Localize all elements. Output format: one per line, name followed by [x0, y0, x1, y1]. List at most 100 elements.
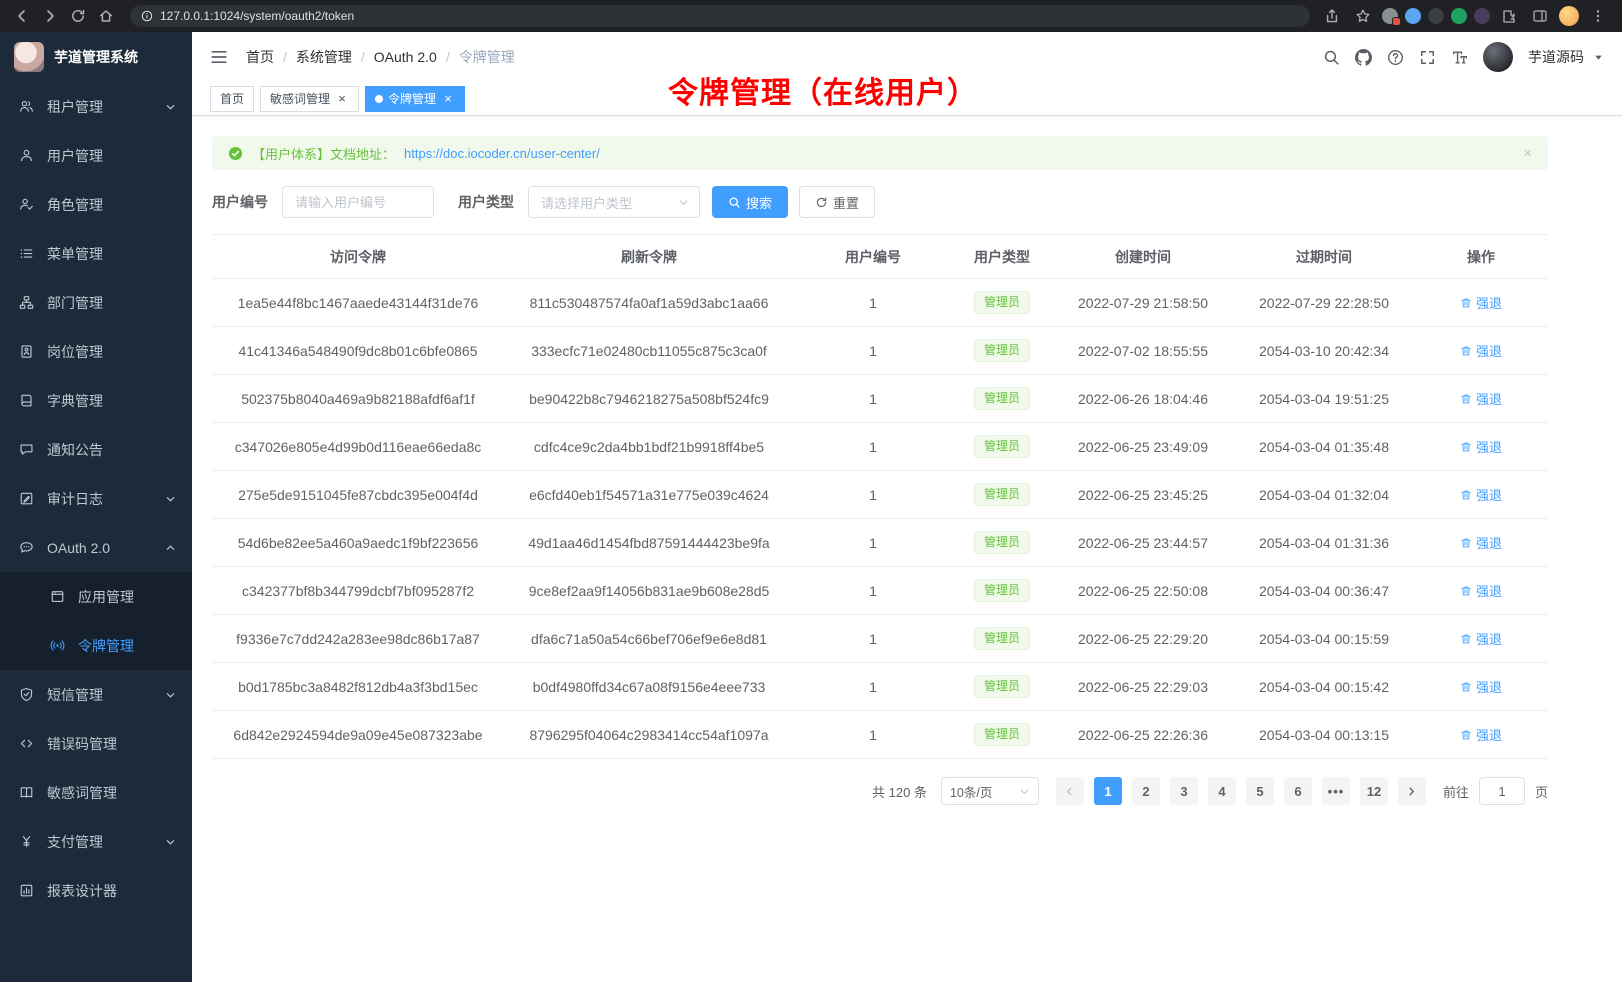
access-token-cell: c342377bf8b344799dcbf7bf095287f2: [212, 567, 504, 615]
search-icon[interactable]: [1323, 49, 1340, 66]
share-icon[interactable]: [1320, 3, 1344, 29]
breadcrumb-item-oauth2[interactable]: OAuth 2.0: [374, 49, 437, 65]
page-button-4[interactable]: 4: [1208, 777, 1236, 805]
extension-icon-2[interactable]: [1405, 8, 1421, 24]
force-logout-button[interactable]: 强退: [1460, 581, 1502, 600]
browser-profile-avatar[interactable]: [1559, 6, 1579, 26]
app-logo[interactable]: 芋道管理系统: [0, 32, 192, 82]
force-logout-button[interactable]: 强退: [1460, 629, 1502, 648]
help-icon[interactable]: [1387, 49, 1404, 66]
browser-menu-icon[interactable]: [1586, 3, 1610, 29]
token-icon: [49, 638, 65, 654]
page-button-2[interactable]: 2: [1132, 777, 1160, 805]
page-button-6[interactable]: 6: [1284, 777, 1312, 805]
active-tab-dot: [375, 95, 383, 103]
chevron-down-icon: [165, 101, 176, 112]
sidebar-item-error-code[interactable]: 错误码管理: [0, 719, 192, 768]
expire-time-cell: 2054-03-04 19:51:25: [1234, 375, 1414, 423]
table-row: f9336e7c7dd242a283ee98dc86b17a87dfa6c71a…: [212, 615, 1548, 663]
page-button-12[interactable]: 12: [1360, 777, 1388, 805]
refresh-token-cell: be90422b8c7946218275a508bf524fc9: [504, 375, 794, 423]
force-logout-button[interactable]: 强退: [1460, 485, 1502, 504]
extension-icon-4[interactable]: [1451, 8, 1467, 24]
user-name[interactable]: 芋道源码: [1528, 47, 1584, 67]
extension-icon-5[interactable]: [1474, 8, 1490, 24]
sidebar-item-label: 通知公告: [47, 440, 103, 460]
close-icon[interactable]: ×: [1523, 145, 1532, 162]
address-bar[interactable]: 127.0.0.1:1024/system/oauth2/token: [130, 5, 1310, 27]
page-button-5[interactable]: 5: [1246, 777, 1274, 805]
github-icon[interactable]: [1355, 49, 1372, 66]
sidebar: 芋道管理系统 租户管理用户管理角色管理菜单管理部门管理岗位管理字典管理通知公告审…: [0, 32, 192, 982]
goto-page-input[interactable]: [1479, 777, 1525, 805]
sidebar-item-sensitive-word[interactable]: 敏感词管理: [0, 768, 192, 817]
user-id-input[interactable]: [282, 186, 434, 218]
sidebar-item-label: 令牌管理: [78, 636, 134, 656]
table-row: 275e5de9151045fe87cbdc395e004f4de6cfd40e…: [212, 471, 1548, 519]
prev-page-button[interactable]: [1056, 777, 1084, 805]
close-icon[interactable]: ×: [335, 92, 349, 106]
force-logout-button[interactable]: 强退: [1460, 389, 1502, 408]
sidebar-item-label: 审计日志: [47, 489, 103, 509]
force-logout-button[interactable]: 强退: [1460, 341, 1502, 360]
tab-token[interactable]: 令牌管理 ×: [365, 86, 465, 112]
tab-label: 令牌管理: [388, 90, 436, 107]
expire-time-cell: 2054-03-04 01:35:48: [1234, 423, 1414, 471]
bookmark-star-icon[interactable]: [1351, 3, 1375, 29]
browser-reload-icon[interactable]: [64, 3, 92, 29]
sidebar-item-user[interactable]: 用户管理: [0, 131, 192, 180]
expire-time-cell: 2054-03-04 00:15:42: [1234, 663, 1414, 711]
sidebar-menu: 租户管理用户管理角色管理菜单管理部门管理岗位管理字典管理通知公告审计日志 OAut…: [0, 82, 192, 915]
sidebar-item-oauth2[interactable]: OAuth 2.0: [0, 523, 192, 572]
page-size-select[interactable]: 10条/页: [941, 777, 1039, 805]
force-logout-button[interactable]: 强退: [1460, 677, 1502, 696]
sidebar-item-label: 部门管理: [47, 293, 103, 313]
fullscreen-icon[interactable]: [1419, 49, 1436, 66]
page-button-1[interactable]: 1: [1094, 777, 1122, 805]
user-avatar[interactable]: [1483, 42, 1513, 72]
sidebar-item-dict[interactable]: 字典管理: [0, 376, 192, 425]
extension-icon-3[interactable]: [1428, 8, 1444, 24]
sidebar-item-dept[interactable]: 部门管理: [0, 278, 192, 327]
more-pages-button[interactable]: •••: [1322, 777, 1350, 805]
force-logout-button[interactable]: 强退: [1460, 533, 1502, 552]
user-type-badge: 管理员: [974, 387, 1030, 410]
breadcrumb-item-system[interactable]: 系统管理: [296, 47, 352, 67]
close-icon[interactable]: ×: [441, 92, 455, 106]
caret-down-icon[interactable]: [1593, 52, 1604, 63]
extensions-puzzle-icon[interactable]: [1497, 3, 1521, 29]
reset-button[interactable]: 重置: [799, 186, 875, 218]
refresh-token-cell: 333ecfc71e02480cb11055c875c3ca0f: [504, 327, 794, 375]
sidebar-item-post[interactable]: 岗位管理: [0, 327, 192, 376]
sidebar-item-label: 支付管理: [47, 832, 103, 852]
alert-link[interactable]: https://doc.iocoder.cn/user-center/: [404, 146, 600, 161]
post-icon: [18, 344, 34, 360]
sidebar-item-menu[interactable]: 菜单管理: [0, 229, 192, 278]
sidebar-item-tenant[interactable]: 租户管理: [0, 82, 192, 131]
sidebar-item-sms[interactable]: 短信管理: [0, 670, 192, 719]
collapse-sidebar-icon[interactable]: [210, 48, 228, 66]
extension-icon-1[interactable]: [1382, 8, 1398, 24]
font-size-icon[interactable]: [1451, 49, 1468, 66]
page-button-3[interactable]: 3: [1170, 777, 1198, 805]
sidebar-item-audit-log[interactable]: 审计日志: [0, 474, 192, 523]
breadcrumb-item-home[interactable]: 首页: [246, 47, 274, 67]
sidebar-item-oauth2-token[interactable]: 令牌管理: [0, 621, 192, 670]
sidebar-item-report[interactable]: 报表设计器: [0, 866, 192, 915]
sidebar-item-pay[interactable]: 支付管理: [0, 817, 192, 866]
side-panel-icon[interactable]: [1528, 3, 1552, 29]
tab-home[interactable]: 首页: [210, 86, 254, 112]
force-logout-button[interactable]: 强退: [1460, 293, 1502, 312]
browser-forward-icon[interactable]: [36, 3, 64, 29]
search-button[interactable]: 搜索: [712, 186, 788, 218]
force-logout-button[interactable]: 强退: [1460, 437, 1502, 456]
sidebar-item-role[interactable]: 角色管理: [0, 180, 192, 229]
next-page-button[interactable]: [1398, 777, 1426, 805]
browser-home-icon[interactable]: [92, 3, 120, 29]
user-type-select[interactable]: 请选择用户类型: [528, 186, 700, 218]
force-logout-button[interactable]: 强退: [1460, 725, 1502, 744]
sidebar-item-oauth2-app[interactable]: 应用管理: [0, 572, 192, 621]
tab-sensitive-word[interactable]: 敏感词管理×: [260, 86, 359, 112]
sidebar-item-notice[interactable]: 通知公告: [0, 425, 192, 474]
browser-back-icon[interactable]: [8, 3, 36, 29]
